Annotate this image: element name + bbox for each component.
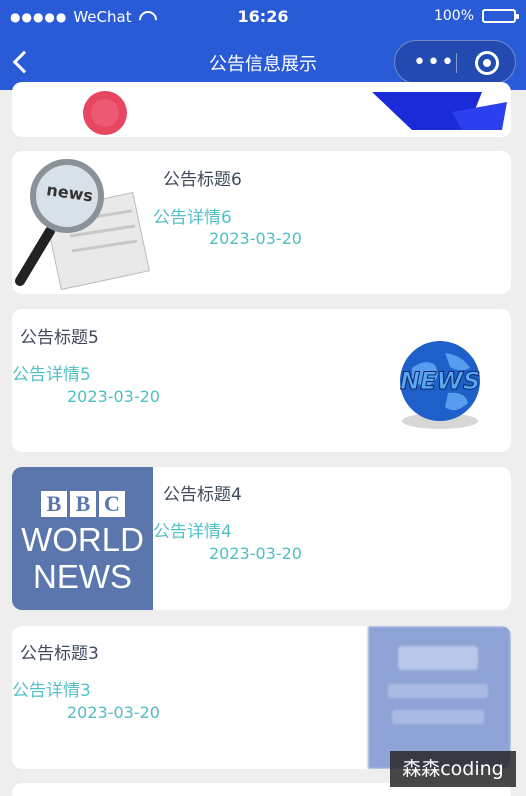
- list-item[interactable]: 公告标题3 公告详情3 2023-03-20: [12, 626, 511, 769]
- item-title: 公告标题5: [20, 328, 99, 348]
- status-bar: ●●●●● WeChat 16:26 100%: [0, 0, 526, 34]
- watermark: 森森coding: [390, 751, 516, 787]
- more-icon[interactable]: •••: [413, 52, 455, 74]
- battery-icon: [482, 9, 519, 23]
- item-date: 2023-03-20: [67, 387, 160, 406]
- item-thumbnail: B B C WORLD NEWS: [12, 467, 153, 610]
- bbc-world-text: WORLD: [21, 521, 144, 558]
- list-item[interactable]: news 公告标题6 公告详情6 2023-03-20: [12, 151, 511, 294]
- item-detail: 公告详情3: [12, 681, 91, 701]
- bbc-logo: B B C: [41, 491, 125, 517]
- news-globe-icon: NEWS: [400, 341, 481, 429]
- item-detail: 公告详情6: [153, 208, 232, 228]
- item-thumbnail: [368, 626, 511, 769]
- item-thumbnail: NEWS: [390, 333, 490, 433]
- item-date: 2023-03-20: [209, 544, 302, 563]
- item-detail: 公告详情5: [12, 365, 91, 385]
- item-title: 公告标题3: [20, 644, 99, 664]
- list-item[interactable]: B B C WORLD NEWS 公告标题4 公告详情4 2023-03-20: [12, 467, 511, 610]
- partial-thumbnail: [83, 91, 507, 135]
- item-title: 公告标题4: [163, 485, 242, 505]
- status-right: 100%: [433, 8, 519, 24]
- blurred-image-icon: [388, 646, 488, 724]
- list-item[interactable]: 公告标题5 公告详情5 2023-03-20 NEWS: [12, 309, 511, 452]
- mini-program-capsule: •••: [394, 40, 516, 84]
- item-thumbnail: news: [12, 151, 152, 294]
- close-target-icon[interactable]: [475, 51, 499, 75]
- item-date: 2023-03-20: [67, 703, 160, 722]
- capsule-divider: [456, 53, 457, 73]
- news-magnifier-icon: news: [15, 159, 150, 291]
- item-date: 2023-03-20: [209, 229, 302, 248]
- item-title: 公告标题6: [163, 170, 242, 190]
- svg-text:NEWS: NEWS: [400, 367, 480, 395]
- item-detail: 公告详情4: [153, 522, 232, 542]
- bbc-news-text: NEWS: [33, 558, 132, 595]
- battery-percent: 100%: [433, 8, 474, 24]
- list-item-partial[interactable]: [12, 82, 511, 137]
